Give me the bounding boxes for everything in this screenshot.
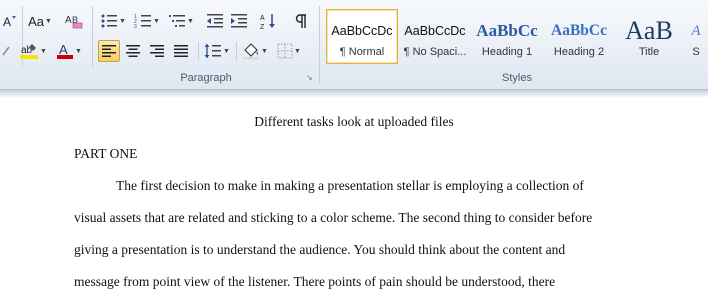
change-case-button[interactable]: Aa ▼ [26, 10, 54, 32]
font-color-icon: A [57, 42, 74, 59]
document-page[interactable]: Different tasks look at uploaded files P… [0, 98, 708, 300]
svg-text:A: A [3, 15, 11, 29]
align-right-icon [150, 45, 164, 57]
show-hide-marks-button[interactable] [290, 10, 312, 32]
align-center-button[interactable] [122, 40, 144, 62]
justify-button[interactable] [170, 40, 192, 62]
style-normal[interactable]: AaBbCcDc ¶ Normal [326, 9, 398, 64]
bullets-icon [101, 14, 118, 28]
paragraph-dialog-launcher-icon[interactable]: ↘ [306, 74, 314, 82]
chevron-down-icon: ▼ [187, 17, 194, 25]
multilevel-list-button[interactable]: ▼ [166, 10, 196, 32]
align-left-icon [102, 45, 116, 57]
style-name: ¶ Normal [339, 46, 385, 58]
chevron-down-icon: ▼ [261, 47, 268, 55]
clear-formatting-button[interactable]: A B [62, 10, 86, 32]
chevron-down-icon: ▼ [153, 17, 160, 25]
align-left-button[interactable] [98, 40, 120, 62]
multilevel-list-icon [169, 15, 186, 27]
style-sample: AaBbCc [551, 22, 607, 39]
font-color-button[interactable]: A ▼ [54, 40, 84, 62]
style-name: Heading 1 [481, 46, 533, 58]
chevron-down-icon: ▼ [294, 47, 301, 55]
style-subtitle-partial[interactable]: A S [684, 9, 708, 64]
style-name: Heading 2 [553, 46, 605, 58]
style-no-spacing[interactable]: AaBbCcDc ¶ No Spaci... [400, 9, 470, 64]
shrink-font-icon: A [3, 15, 16, 29]
style-sample: AaBbCcDc [404, 24, 466, 38]
sort-button[interactable]: A Z [256, 10, 280, 32]
body-line: message from point view of the listener.… [74, 274, 556, 289]
svg-text:A: A [260, 15, 265, 22]
svg-text:Z: Z [260, 24, 265, 30]
separator [319, 6, 320, 84]
separator [236, 42, 237, 60]
bullets-button[interactable]: ▼ [98, 10, 128, 32]
style-heading-2[interactable]: AaBbCc Heading 2 [544, 9, 614, 64]
change-case-label: Aa [28, 13, 44, 29]
line-spacing-icon [204, 44, 222, 58]
highlighter-icon: ab [20, 44, 39, 59]
ribbon: A Aa ▼ A B ab ▼ A ▼ ▼ 1 2 3 ▼ ▼ A Z ▼ ▼ … [0, 0, 708, 90]
chevron-down-icon: ▼ [44, 17, 52, 25]
separator [198, 42, 199, 60]
paint-bucket-icon [243, 43, 260, 60]
separator [92, 6, 93, 68]
borders-button[interactable]: ▼ [274, 40, 304, 62]
chevron-down-icon: ▼ [40, 47, 47, 55]
style-sample: AaBbCc [476, 21, 538, 40]
style-heading-1[interactable]: AaBbCc Heading 1 [472, 9, 542, 64]
borders-icon [277, 43, 293, 59]
sort-az-icon: A Z [260, 14, 275, 30]
chevron-down-icon: ▼ [223, 47, 230, 55]
decrease-indent-icon [207, 14, 223, 28]
style-sample: A [691, 23, 701, 39]
style-sample: AaBbCcDc [331, 24, 393, 38]
style-title[interactable]: AaB Title [616, 9, 682, 64]
justify-icon [174, 45, 188, 57]
document-title: Different tasks look at uploaded files [254, 114, 454, 129]
body-line: visual assets that are related and stick… [74, 210, 593, 225]
pilcrow-icon [295, 14, 306, 28]
chevron-down-icon: ▼ [75, 47, 82, 55]
body-line: The first decision to make in making a p… [116, 178, 584, 193]
clear-formatting-icon: A B [65, 15, 83, 29]
style-name: Title [638, 46, 660, 58]
paragraph-group-label: Paragraph [180, 72, 232, 84]
ribbon-shadow [0, 90, 708, 98]
numbering-button[interactable]: 1 2 3 ▼ [132, 10, 162, 32]
style-name: S [692, 46, 700, 58]
decrease-indent-button[interactable] [204, 10, 226, 32]
body-line: giving a presentation is to understand t… [74, 242, 566, 257]
align-center-icon [126, 45, 140, 57]
section-heading: PART ONE [74, 146, 138, 161]
partial-icon [2, 46, 10, 56]
align-right-button[interactable] [146, 40, 168, 62]
svg-text:A: A [59, 42, 68, 57]
svg-text:3: 3 [134, 24, 137, 29]
increase-indent-icon [231, 14, 247, 28]
bold-partial-button[interactable] [0, 40, 14, 62]
chevron-down-icon: ▼ [119, 17, 126, 25]
shading-button[interactable]: ▼ [240, 40, 270, 62]
numbering-icon: 1 2 3 [134, 14, 152, 29]
style-sample: AaB [625, 16, 673, 45]
increase-indent-button[interactable] [228, 10, 250, 32]
line-spacing-button[interactable]: ▼ [202, 40, 232, 62]
style-name: ¶ No Spaci... [403, 46, 467, 58]
text-highlight-color-button[interactable]: ab ▼ [18, 40, 48, 62]
font-size-shrink-button[interactable]: A [0, 10, 20, 32]
styles-group-label: Styles [502, 72, 532, 84]
svg-text:A: A [65, 15, 72, 26]
